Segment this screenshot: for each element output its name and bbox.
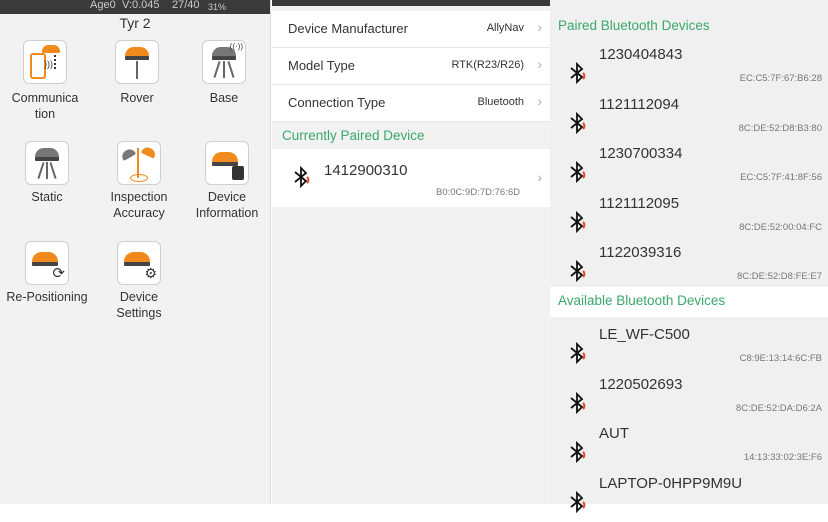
- bluetooth-icon: [568, 490, 586, 513]
- battery-level: 31%: [208, 2, 227, 12]
- tile-device-information[interactable]: Device Information: [184, 141, 270, 221]
- setting-label: Connection Type: [288, 95, 386, 110]
- available-device-row[interactable]: LE_WF-C500 C8:9E:13:14:6C:FB: [550, 324, 828, 373]
- tile-label: Static: [31, 190, 63, 204]
- tile-rover[interactable]: Rover: [94, 40, 180, 106]
- bluetooth-icon: [568, 440, 586, 464]
- device-settings-icon: ⚙: [117, 241, 161, 285]
- base-station-icon: ((·)): [202, 40, 246, 84]
- chevron-right-icon: ›: [537, 56, 542, 72]
- available-device-row[interactable]: 1220502693 8C:DE:52:DA:D6:2A: [550, 374, 828, 423]
- connection-settings-panel: Device Manufacturer AllyNav › Model Type…: [272, 0, 550, 504]
- chevron-right-icon: ›: [537, 19, 542, 35]
- tile-label: Communication: [11, 91, 79, 121]
- section-paired-devices: Paired Bluetooth Devices: [558, 18, 710, 33]
- bluetooth-icon: [294, 165, 310, 189]
- paired-device-row[interactable]: 1230700334 EC:C5:7F:41:8F:56: [550, 143, 828, 192]
- inspection-accuracy-icon: [117, 141, 161, 185]
- setting-value: RTK(R23/R26): [451, 59, 524, 71]
- tile-base[interactable]: ((·)) Base: [181, 40, 267, 106]
- status-strip: [272, 0, 550, 6]
- setting-model-type[interactable]: Model Type RTK(R23/R26) ›: [272, 48, 550, 85]
- bluetooth-icon: [568, 259, 586, 283]
- section-available-devices: Available Bluetooth Devices: [558, 293, 726, 308]
- device-name: 1121112095: [599, 194, 680, 212]
- bluetooth-icon: [568, 111, 586, 134]
- chevron-right-icon: ›: [537, 93, 542, 109]
- tile-label: Re-Positioning: [6, 290, 88, 304]
- device-mac: 8C:DE:52:D8:B3:80: [738, 122, 822, 134]
- setting-connection-type[interactable]: Connection Type Bluetooth ›: [272, 85, 550, 122]
- current-device-row[interactable]: 1412900310 B0:0C:9D:7D:76:6D ›: [272, 149, 550, 207]
- repositioning-icon: ⟳: [25, 241, 69, 285]
- device-mac: 8C:DE:52:D8:FE:E7: [736, 271, 822, 282]
- current-device-mac: B0:0C:9D:7D:76:6D: [436, 187, 520, 198]
- device-name: 1121112094: [599, 95, 680, 113]
- setting-value: Bluetooth: [477, 96, 524, 108]
- tile-inspection-accuracy[interactable]: Inspection Accuracy: [96, 141, 182, 221]
- device-title: Tyr 2: [119, 15, 151, 31]
- tile-re-positioning[interactable]: ⟳ Re-Positioning: [4, 241, 90, 305]
- device-name: 1230700334: [599, 145, 683, 162]
- tile-static[interactable]: Static: [4, 141, 90, 205]
- device-name: AUT: [599, 425, 629, 442]
- setting-value: AllyNav: [486, 22, 524, 34]
- device-mac: C8:9E:13:14:6C:FB: [739, 353, 822, 364]
- paired-device-row[interactable]: 1122039316 8C:DE:52:D8:FE:E7: [550, 242, 828, 291]
- paired-device-row[interactable]: 1230404843 EC:C5:7F:67:B6:28: [550, 44, 828, 93]
- current-device-name: 1412900310: [324, 162, 408, 179]
- bluetooth-icon: [568, 61, 586, 85]
- setting-label: Model Type: [288, 58, 355, 73]
- tile-label: Rover: [120, 91, 154, 105]
- device-info-icon: [205, 141, 249, 185]
- section-current-device: Currently Paired Device: [282, 128, 425, 143]
- tile-communication[interactable]: ))) Communication: [2, 40, 88, 122]
- bluetooth-icon: [568, 341, 586, 365]
- tile-label: Device Settings: [116, 290, 162, 320]
- device-name: 1230404843: [599, 46, 683, 63]
- device-mac: 8C:DE:52:DA:D6:2A: [735, 402, 822, 414]
- tile-label: Device Information: [195, 190, 259, 220]
- device-menu-panel: Age0 V:0.045 27/40 31% Tyr 2 ))) Communi…: [0, 0, 271, 504]
- paired-device-row[interactable]: 1121112095 8C:DE:52:00:04:FC: [550, 193, 828, 242]
- device-mac: 14:13:33:02:3E:F6: [743, 452, 822, 463]
- phone-connect-icon: ))): [23, 40, 67, 84]
- device-mac: EC:C5:7F:67:B6:28: [739, 73, 822, 84]
- bluetooth-devices-panel: Paired Bluetooth Devices Available Bluet…: [550, 0, 828, 513]
- device-mac: 8C:DE:52:00:04:FC: [739, 221, 822, 233]
- setting-label: Device Manufacturer: [288, 21, 408, 36]
- tile-label: Inspection Accuracy: [110, 190, 168, 220]
- bluetooth-icon: [568, 391, 586, 414]
- static-receiver-icon: [25, 141, 69, 185]
- bluetooth-icon: [568, 210, 586, 233]
- device-name: LAPTOP-0HPP9M9U: [599, 474, 743, 492]
- status-bar: Age0 V:0.045 27/40 31%: [0, 0, 270, 14]
- available-device-row[interactable]: AUT 14:13:33:02:3E:F6: [550, 423, 828, 472]
- age-readout: Age0: [90, 0, 116, 11]
- setting-device-manufacturer[interactable]: Device Manufacturer AllyNav ›: [272, 11, 550, 48]
- device-name: LE_WF-C500: [599, 326, 690, 343]
- device-mac: EC:C5:7F:41:8F:56: [740, 172, 822, 183]
- available-device-row[interactable]: LAPTOP-0HPP9M9U: [550, 473, 828, 522]
- version-readout: V:0.045: [122, 0, 160, 11]
- satellite-count: 27/40: [172, 0, 200, 11]
- bluetooth-icon: [568, 160, 586, 184]
- device-name: 1220502693: [599, 375, 683, 393]
- paired-device-row[interactable]: 1121112094 8C:DE:52:D8:B3:80: [550, 94, 828, 143]
- rover-receiver-icon: [115, 40, 159, 84]
- chevron-right-icon: ›: [537, 169, 542, 185]
- tile-device-settings[interactable]: ⚙ Device Settings: [96, 241, 182, 321]
- tile-label: Base: [209, 91, 239, 105]
- device-name: 1122039316: [599, 244, 682, 261]
